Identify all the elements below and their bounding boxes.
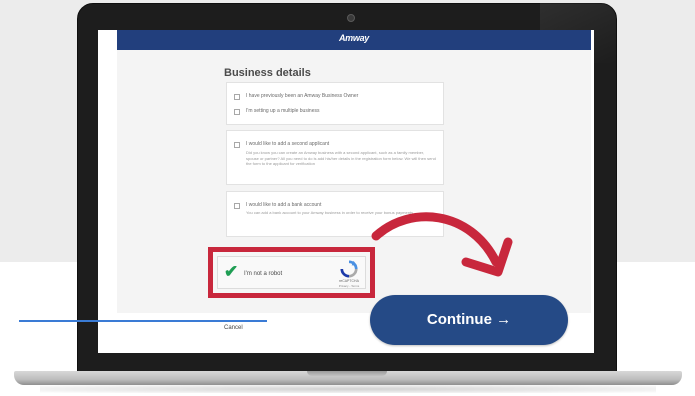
option-label: I would like to add a bank account: [246, 202, 322, 208]
checkbox[interactable]: [234, 109, 240, 115]
continue-button[interactable]: Continue →: [370, 295, 568, 345]
amway-logo[interactable]: Amway: [117, 33, 591, 43]
laptop-shadow: [40, 385, 656, 393]
cancel-button[interactable]: Cancel: [224, 325, 243, 331]
captcha-brand: reCAPTCHA: [339, 279, 359, 283]
option-bank-account[interactable]: I would like to add a bank account: [234, 202, 321, 209]
option-previous-abo[interactable]: I have previously been an Amway Business…: [234, 93, 358, 100]
option-label: I would like to add a second applicant: [246, 141, 330, 147]
captcha-label: I'm not a robot: [244, 271, 283, 277]
option-second-applicant[interactable]: I would like to add a second applicant: [234, 141, 329, 148]
site-header: Amway: [117, 30, 591, 50]
checkbox[interactable]: [234, 94, 240, 100]
recaptcha-widget[interactable]: ✔ I'm not a robot reCAPTCHA Privacy - Te…: [217, 256, 366, 289]
captcha-terms-link[interactable]: Privacy - Terms: [332, 284, 366, 288]
option-description: Did you know you can create an Amway bus…: [246, 150, 436, 167]
option-label: I have previously been an Amway Business…: [246, 93, 359, 99]
section-title: Business details: [224, 67, 311, 79]
camera-icon: [347, 14, 355, 22]
option-label: I'm setting up a multiple business: [246, 108, 320, 114]
captcha-highlight: ✔ I'm not a robot reCAPTCHA Privacy - Te…: [208, 247, 375, 298]
checkbox[interactable]: [234, 203, 240, 209]
option-multiple-business[interactable]: I'm setting up a multiple business: [234, 108, 320, 115]
option-description: You can add a bank account to your Amway…: [246, 210, 414, 215]
checkmark-icon[interactable]: ✔: [224, 263, 238, 281]
bank-account-card: I would like to add a bank account You c…: [226, 191, 444, 237]
second-applicant-card: I would like to add a second applicant D…: [226, 130, 444, 185]
options-card: I have previously been an Amway Business…: [226, 82, 444, 125]
laptop-notch: [307, 371, 387, 376]
checkbox[interactable]: [234, 142, 240, 148]
footer-accent-line: [19, 320, 267, 322]
recaptcha-logo-icon: [340, 260, 358, 278]
